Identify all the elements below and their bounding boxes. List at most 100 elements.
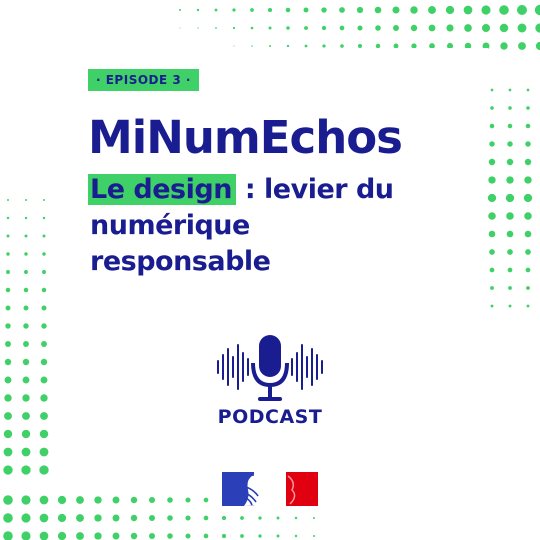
decor-dot xyxy=(505,193,515,203)
decor-dot xyxy=(267,7,273,13)
decor-dot xyxy=(490,304,494,308)
microphone-icon xyxy=(217,335,323,401)
decor-dot xyxy=(481,23,491,33)
podcast-label: PODCAST xyxy=(217,406,323,428)
episode-badge: · EPISODE 3 · xyxy=(88,69,199,91)
decor-dot xyxy=(374,6,382,14)
decor-dot xyxy=(525,267,531,273)
decor-dot xyxy=(251,45,253,47)
decor-dot xyxy=(196,8,200,12)
decor-dot xyxy=(148,532,156,540)
decor-dot xyxy=(526,286,530,290)
decor-dot xyxy=(490,286,494,290)
decor-dot xyxy=(507,267,513,273)
decor-dot xyxy=(489,267,495,273)
decor-dot xyxy=(508,286,512,290)
decor-dot xyxy=(6,216,10,220)
decor-dot xyxy=(221,515,227,521)
decor-dot xyxy=(488,158,496,166)
decor-dot xyxy=(304,26,308,30)
decor-dot xyxy=(517,23,527,33)
decor-dot xyxy=(3,465,13,475)
decor-dot xyxy=(41,287,47,293)
decor-dot xyxy=(313,535,315,537)
decor-dot xyxy=(233,45,235,47)
decor-dot xyxy=(112,496,120,504)
decor-dot xyxy=(148,496,156,504)
decor-dot xyxy=(446,24,454,32)
decor-dot xyxy=(167,515,173,521)
decor-dot xyxy=(94,496,102,504)
decor-dot xyxy=(508,88,512,92)
decor-dot xyxy=(23,323,29,329)
decor-dot xyxy=(185,497,191,503)
decor-dot xyxy=(214,8,218,12)
decor-dot xyxy=(42,216,46,220)
decor-dot xyxy=(23,305,29,311)
decor-dot xyxy=(3,531,13,540)
decor-dot xyxy=(524,212,532,220)
decor-dot xyxy=(185,533,191,539)
decor-dot xyxy=(506,230,514,238)
decor-dot xyxy=(24,216,28,220)
decor-dot xyxy=(221,533,227,539)
decor-dot xyxy=(357,25,363,31)
decor-dot xyxy=(464,24,472,32)
decor-dot xyxy=(24,234,28,238)
decor-dot xyxy=(339,7,345,13)
decor-dot xyxy=(250,26,254,30)
decor-dot xyxy=(4,394,12,402)
decor-dot xyxy=(250,8,254,12)
decor-dot xyxy=(499,23,509,33)
decor-dot xyxy=(507,249,513,255)
decor-dot xyxy=(3,429,13,439)
decor-dot xyxy=(94,532,102,540)
decor-dot xyxy=(130,514,138,522)
decor-dot xyxy=(303,7,309,13)
decor-dot xyxy=(41,341,47,347)
decor-dot xyxy=(215,27,217,29)
decor-dot xyxy=(489,249,495,255)
decor-dot xyxy=(94,514,102,522)
podcast-cover: · EPISODE 3 · MiNumEchos Le design : lev… xyxy=(0,0,540,540)
decor-dot xyxy=(39,465,49,475)
decor-dot xyxy=(197,27,199,29)
marianne-flag-icon xyxy=(222,472,318,506)
decor-dot xyxy=(42,270,46,274)
decor-dot xyxy=(130,496,138,504)
decor-dot xyxy=(7,199,9,201)
decor-dot xyxy=(428,6,436,14)
decor-dot xyxy=(506,212,514,220)
decor-dot xyxy=(24,270,28,274)
decor-dot xyxy=(25,199,27,201)
decor-dot xyxy=(42,234,46,238)
decor-dot xyxy=(525,141,531,147)
decor-dot xyxy=(39,429,49,439)
decor-dot xyxy=(488,230,496,238)
decor-dot xyxy=(40,358,48,366)
podcast-title: MiNumEchos xyxy=(88,111,403,164)
decor-dot xyxy=(21,513,31,523)
decor-dot xyxy=(258,516,262,520)
decor-dot xyxy=(489,123,495,129)
decor-dot xyxy=(3,495,13,505)
decor-dot xyxy=(339,25,345,31)
decor-dot xyxy=(21,495,31,505)
decor-dot xyxy=(507,123,513,129)
decor-dot xyxy=(524,176,532,184)
decor-dot xyxy=(76,514,84,522)
decor-dot xyxy=(5,341,11,347)
decor-dot xyxy=(488,212,496,220)
subtitle-highlight: Le design xyxy=(88,174,236,205)
decor-dot xyxy=(179,9,181,11)
decor-dot xyxy=(506,176,514,184)
decor-dot xyxy=(21,465,31,475)
decor-dot xyxy=(500,42,508,50)
decor-dot xyxy=(276,534,280,538)
decor-dot xyxy=(268,26,272,30)
decor-dot xyxy=(518,42,526,50)
decor-dot xyxy=(294,516,298,520)
decor-dot xyxy=(508,106,512,110)
decor-dot xyxy=(285,7,291,13)
decor-dot xyxy=(112,514,120,522)
